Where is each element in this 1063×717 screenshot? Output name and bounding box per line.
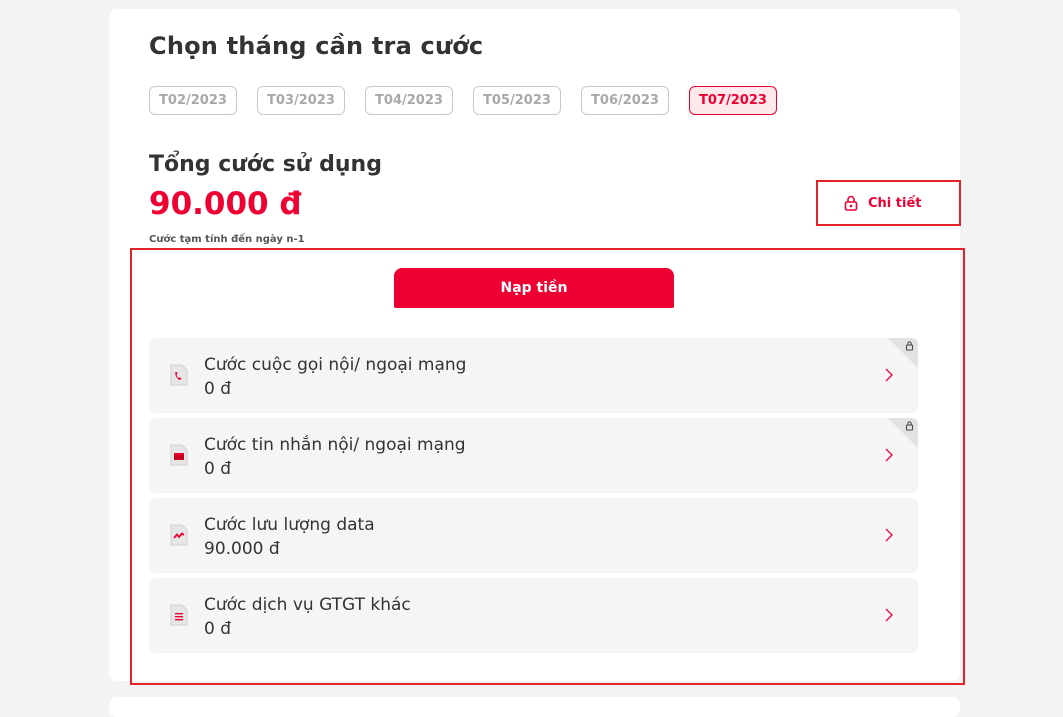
- charge-item-label: Cước lưu lượng data: [204, 515, 375, 535]
- charge-item-value: 90.000 đ: [204, 539, 280, 559]
- charge-item-value: 0 đ: [204, 459, 232, 479]
- month-tab-t05[interactable]: T05/2023: [473, 86, 561, 115]
- chevron-right-icon: [885, 448, 893, 462]
- charge-item-data[interactable]: Cước lưu lượng data 90.000 đ: [149, 498, 918, 573]
- charge-item-services[interactable]: Cước dịch vụ GTGT khác 0 đ: [149, 578, 918, 653]
- charge-item-label: Cước tin nhắn nội/ ngoại mạng: [204, 435, 466, 455]
- phone-icon: [170, 364, 188, 386]
- chevron-right-icon: [885, 368, 893, 382]
- message-icon: [170, 444, 188, 466]
- month-selector: T02/2023 T03/2023 T04/2023 T05/2023 T06/…: [149, 86, 777, 115]
- month-tab-t06[interactable]: T06/2023: [581, 86, 669, 115]
- charge-item-label: Cước dịch vụ GTGT khác: [204, 595, 411, 615]
- lock-icon: [844, 195, 858, 211]
- detail-highlight-box: Chi tiết: [816, 180, 961, 226]
- detail-button-label: Chi tiết: [868, 195, 922, 211]
- next-card: [109, 697, 960, 717]
- page-title: Chọn tháng cần tra cước: [149, 32, 484, 60]
- detail-button[interactable]: Chi tiết: [844, 193, 921, 213]
- chevron-right-icon: [885, 528, 893, 542]
- month-tab-t02[interactable]: T02/2023: [149, 86, 237, 115]
- service-icon: [170, 604, 188, 626]
- month-tab-t04[interactable]: T04/2023: [365, 86, 453, 115]
- charge-item-label: Cước cuộc gọi nội/ ngoại mạng: [204, 355, 467, 375]
- topup-button[interactable]: Nạp tiền: [394, 268, 674, 308]
- month-tab-t07[interactable]: T07/2023: [689, 86, 777, 115]
- charge-item-messages[interactable]: Cước tin nhắn nội/ ngoại mạng 0 đ: [149, 418, 918, 493]
- lock-corner-icon: [888, 338, 918, 368]
- lock-corner-icon: [888, 418, 918, 448]
- provisional-note: Cước tạm tính đến ngày n-1: [149, 234, 305, 245]
- data-icon: [170, 524, 188, 546]
- total-usage-amount: 90.000 đ: [149, 186, 302, 222]
- charge-item-calls[interactable]: Cước cuộc gọi nội/ ngoại mạng 0 đ: [149, 338, 918, 413]
- total-usage-label: Tổng cước sử dụng: [149, 152, 382, 177]
- charge-item-value: 0 đ: [204, 619, 232, 639]
- chevron-right-icon: [885, 608, 893, 622]
- month-tab-t03[interactable]: T03/2023: [257, 86, 345, 115]
- charge-item-value: 0 đ: [204, 379, 232, 399]
